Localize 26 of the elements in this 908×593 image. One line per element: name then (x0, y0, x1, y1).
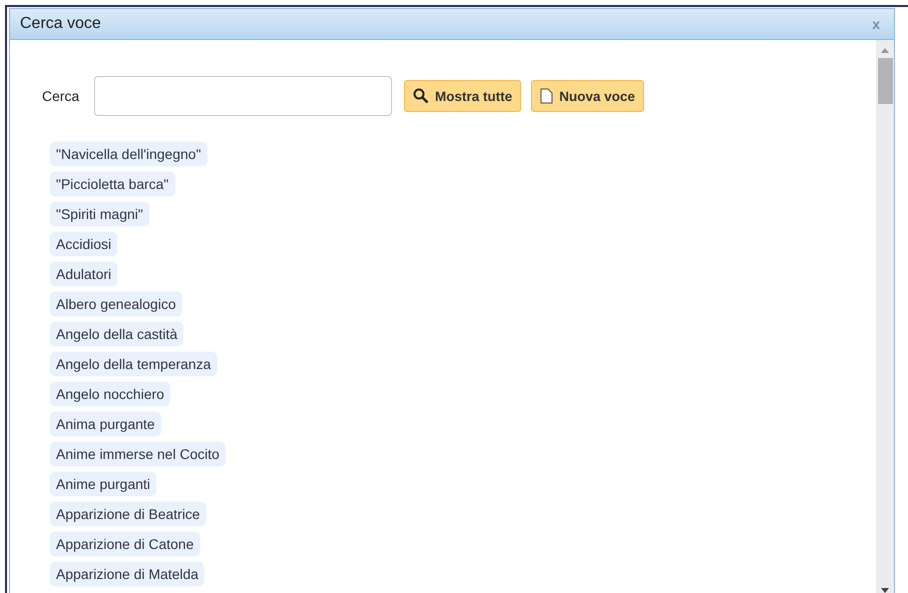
entry-tag[interactable]: Adulatori (50, 262, 118, 286)
entry-tag[interactable]: Apparizione di Matelda (50, 562, 204, 586)
scrollbar-thumb[interactable] (878, 58, 892, 104)
search-label: Cerca (42, 88, 80, 104)
entry-tag[interactable]: Apparizione di Catone (50, 532, 200, 556)
entry-tag[interactable]: Anima purgante (50, 412, 161, 436)
entry-tag[interactable]: Apparizione di Beatrice (50, 502, 206, 526)
scroll-down-icon[interactable] (880, 587, 890, 593)
entry-tag[interactable]: Anime purganti (50, 472, 156, 496)
search-field[interactable] (94, 76, 392, 116)
entry-tag[interactable]: Anime immerse nel Cocito (50, 442, 226, 466)
show-all-button[interactable]: Mostra tutte (404, 80, 522, 112)
entry-tag[interactable]: Angelo della temperanza (50, 352, 217, 376)
entry-tag[interactable]: "Navicella dell'ingegno" (50, 142, 207, 166)
entry-tag[interactable]: Accidiosi (50, 232, 118, 256)
scroll-up-icon[interactable] (880, 46, 890, 54)
scrollbar[interactable] (876, 40, 894, 593)
entry-tag[interactable]: Angelo nocchiero (50, 382, 170, 406)
entry-tag[interactable]: Albero genealogico (50, 292, 182, 316)
search-icon (413, 88, 429, 104)
entry-tag[interactable]: "Spiriti magni" (50, 202, 149, 226)
document-icon (540, 88, 554, 104)
entry-tag[interactable]: Angelo della castità (50, 322, 184, 346)
entry-tag[interactable]: "Piccioletta barca" (50, 172, 175, 196)
window-title: Cerca voce (20, 15, 101, 33)
new-entry-button[interactable]: Nuova voce (531, 80, 644, 112)
